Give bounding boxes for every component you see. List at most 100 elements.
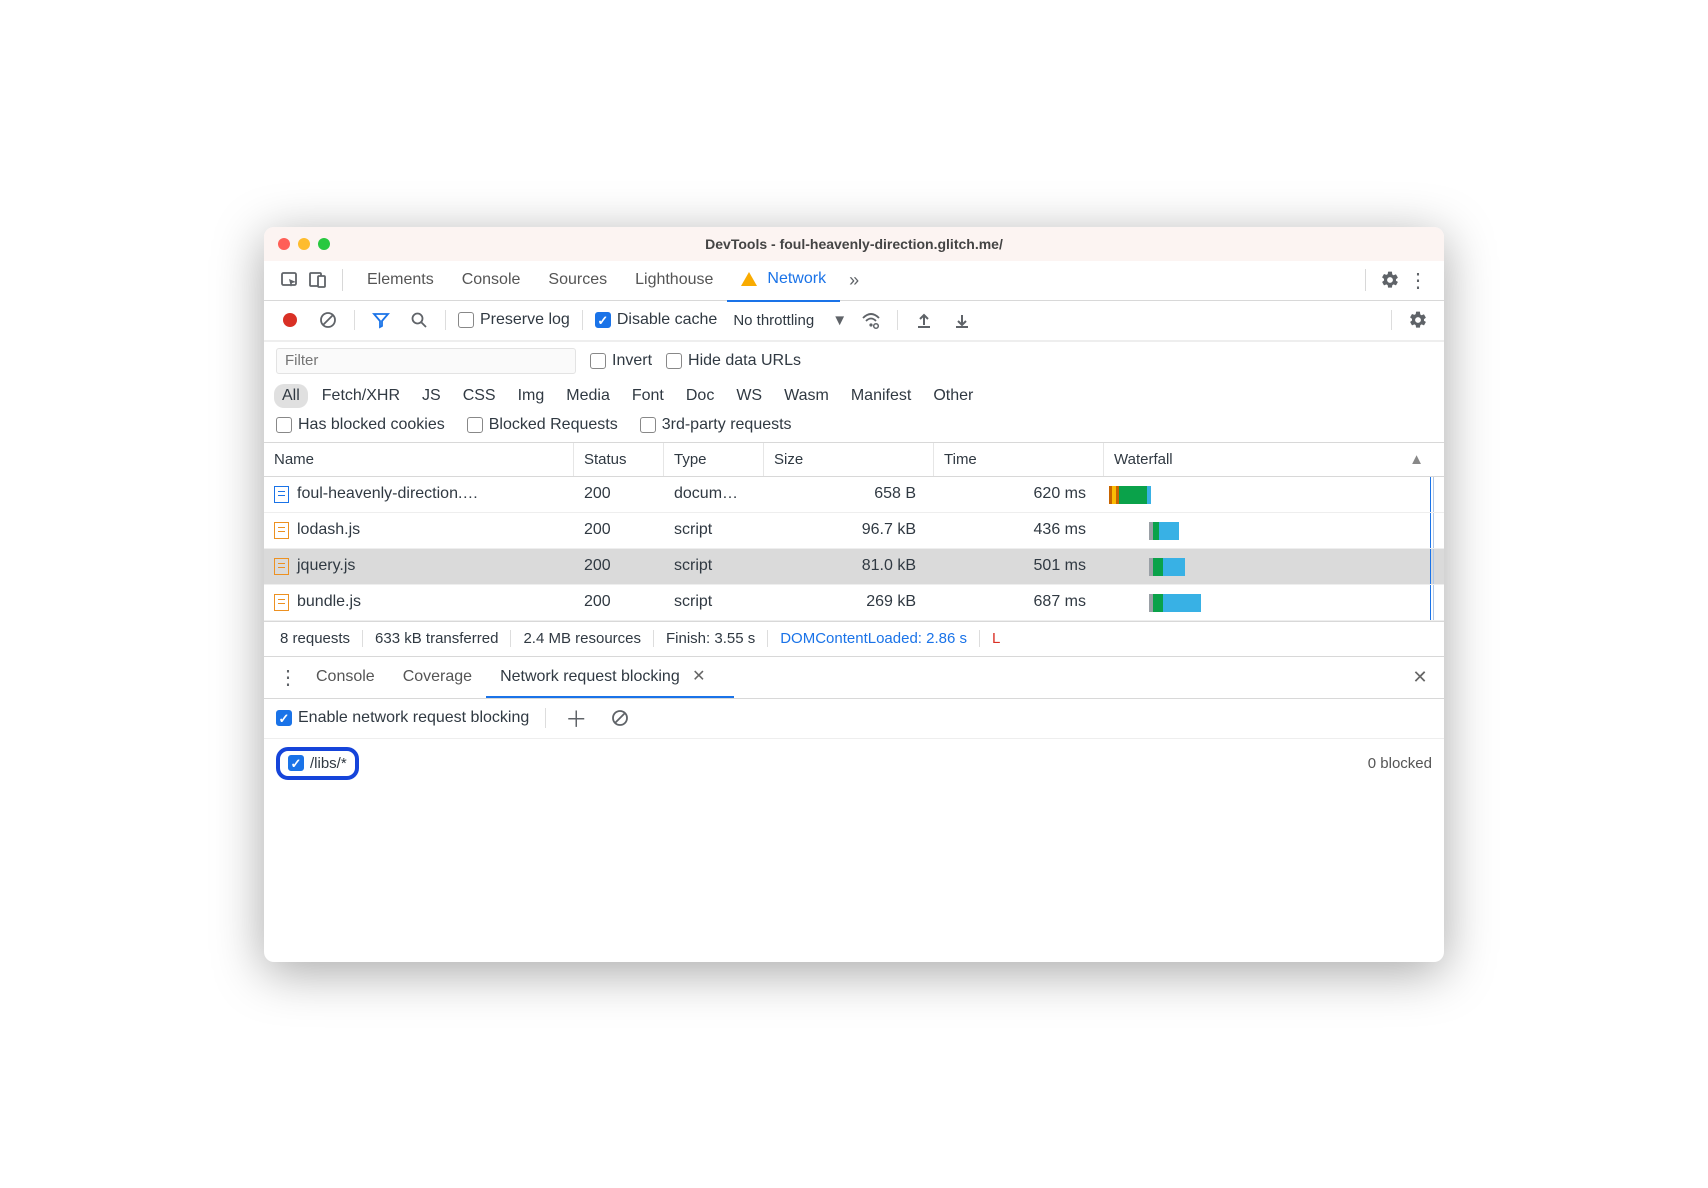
status-requests: 8 requests (268, 630, 363, 647)
download-har-icon[interactable] (948, 306, 976, 334)
tab-lighthouse[interactable]: Lighthouse (621, 261, 727, 299)
type-pill-all[interactable]: All (274, 384, 308, 408)
script-file-icon (274, 594, 289, 611)
type-pill-media[interactable]: Media (558, 384, 618, 408)
cell-time: 687 ms (934, 593, 1104, 611)
col-waterfall[interactable]: Waterfall ▲ (1104, 443, 1434, 476)
pattern-item[interactable]: /libs/* (276, 747, 359, 780)
upload-har-icon[interactable] (910, 306, 938, 334)
devtools-window: DevTools - foul-heavenly-direction.glitc… (264, 227, 1444, 962)
cell-size: 658 B (764, 485, 934, 503)
type-pill-ws[interactable]: WS (728, 384, 770, 408)
document-file-icon (274, 486, 289, 503)
kebab-menu-icon[interactable]: ⋮ (1404, 266, 1432, 294)
type-pill-doc[interactable]: Doc (678, 384, 722, 408)
throttling-select[interactable]: No throttling ▼ (733, 312, 847, 329)
cell-time: 620 ms (934, 485, 1104, 503)
invert-checkbox[interactable]: Invert (590, 352, 652, 370)
cell-size: 269 kB (764, 593, 934, 611)
blocked-requests-label: Blocked Requests (489, 416, 618, 434)
checkbox-icon (458, 312, 474, 328)
cell-time: 501 ms (934, 557, 1104, 575)
cell-waterfall (1104, 477, 1434, 512)
checkbox-icon (595, 312, 611, 328)
waterfall-label: Waterfall (1114, 451, 1173, 468)
status-resources: 2.4 MB resources (511, 630, 654, 647)
title-bar: DevTools - foul-heavenly-direction.glitc… (264, 227, 1444, 261)
table-row[interactable]: bundle.js200script269 kB687 ms (264, 585, 1444, 621)
separator (1365, 269, 1366, 291)
request-name: foul-heavenly-direction.… (297, 485, 478, 503)
search-icon[interactable] (405, 306, 433, 334)
clear-patterns-icon[interactable] (606, 704, 634, 732)
col-type[interactable]: Type (664, 443, 764, 476)
network-conditions-icon[interactable] (857, 306, 885, 334)
script-file-icon (274, 558, 289, 575)
type-pill-img[interactable]: Img (510, 384, 553, 408)
table-row[interactable]: jquery.js200script81.0 kB501 ms (264, 549, 1444, 585)
status-finish: Finish: 3.55 s (654, 630, 768, 647)
script-file-icon (274, 522, 289, 539)
pattern-list: /libs/* 0 blocked (264, 739, 1444, 788)
drawer-tab-console[interactable]: Console (302, 657, 389, 697)
col-time[interactable]: Time (934, 443, 1104, 476)
cell-type: script (664, 593, 764, 611)
tab-network[interactable]: Network (727, 260, 840, 301)
type-pill-font[interactable]: Font (624, 384, 672, 408)
type-pill-js[interactable]: JS (414, 384, 449, 408)
tab-elements[interactable]: Elements (353, 261, 448, 299)
add-pattern-icon[interactable]: ＋ (562, 704, 590, 732)
cell-size: 96.7 kB (764, 521, 934, 539)
settings-gear-icon[interactable] (1376, 266, 1404, 294)
third-party-checkbox[interactable]: 3rd-party requests (640, 416, 792, 434)
clear-button[interactable] (314, 306, 342, 334)
blocked-requests-checkbox[interactable]: Blocked Requests (467, 416, 618, 434)
enable-blocking-checkbox[interactable]: Enable network request blocking (276, 709, 529, 727)
table-row[interactable]: lodash.js200script96.7 kB436 ms (264, 513, 1444, 549)
preserve-log-checkbox[interactable]: Preserve log (458, 311, 570, 329)
more-tabs-chevron-icon[interactable]: » (840, 266, 868, 294)
checkbox-icon (640, 417, 656, 433)
hide-data-urls-checkbox[interactable]: Hide data URLs (666, 352, 801, 370)
device-toolbar-icon[interactable] (304, 266, 332, 294)
drawer-tab-coverage[interactable]: Coverage (389, 657, 486, 697)
request-name: bundle.js (297, 593, 361, 611)
disable-cache-checkbox[interactable]: Disable cache (595, 311, 718, 329)
inspect-element-icon[interactable] (276, 266, 304, 294)
type-pill-wasm[interactable]: Wasm (776, 384, 837, 408)
filter-icon[interactable] (367, 306, 395, 334)
type-pill-fetchxhr[interactable]: Fetch/XHR (314, 384, 408, 408)
cell-type: script (664, 557, 764, 575)
close-drawer-icon[interactable]: ✕ (1406, 663, 1434, 691)
close-tab-icon[interactable]: ✕ (692, 668, 705, 685)
col-name[interactable]: Name (264, 443, 574, 476)
status-transferred: 633 kB transferred (363, 630, 511, 647)
type-pill-other[interactable]: Other (925, 384, 981, 408)
table-row[interactable]: foul-heavenly-direction.…200docum…658 B6… (264, 477, 1444, 513)
drawer-tab-blocking-label: Network request blocking (500, 668, 680, 685)
drawer-kebab-icon[interactable]: ⋮ (274, 663, 302, 691)
type-pill-manifest[interactable]: Manifest (843, 384, 919, 408)
cell-status: 200 (574, 485, 664, 503)
type-pill-css[interactable]: CSS (455, 384, 504, 408)
separator (342, 269, 343, 291)
blocked-count: 0 blocked (1368, 755, 1432, 772)
blocked-cookies-checkbox[interactable]: Has blocked cookies (276, 416, 445, 434)
network-settings-gear-icon[interactable] (1404, 306, 1432, 334)
checkbox-icon (467, 417, 483, 433)
status-load: L (980, 630, 1012, 647)
filter-row: Invert Hide data URLs (264, 341, 1444, 380)
col-size[interactable]: Size (764, 443, 934, 476)
tab-sources[interactable]: Sources (534, 261, 621, 299)
checkbox-icon (276, 710, 292, 726)
request-table-header: Name Status Type Size Time Waterfall ▲ (264, 443, 1444, 477)
pattern-checkbox[interactable] (288, 755, 304, 771)
record-button[interactable] (276, 306, 304, 334)
drawer-tab-blocking[interactable]: Network request blocking ✕ (486, 657, 720, 697)
preserve-log-label: Preserve log (480, 311, 570, 329)
col-status[interactable]: Status (574, 443, 664, 476)
pattern-highlight: /libs/* (276, 747, 359, 780)
request-table-body: foul-heavenly-direction.…200docum…658 B6… (264, 477, 1444, 621)
filter-input[interactable] (276, 348, 576, 374)
tab-console[interactable]: Console (448, 261, 535, 299)
